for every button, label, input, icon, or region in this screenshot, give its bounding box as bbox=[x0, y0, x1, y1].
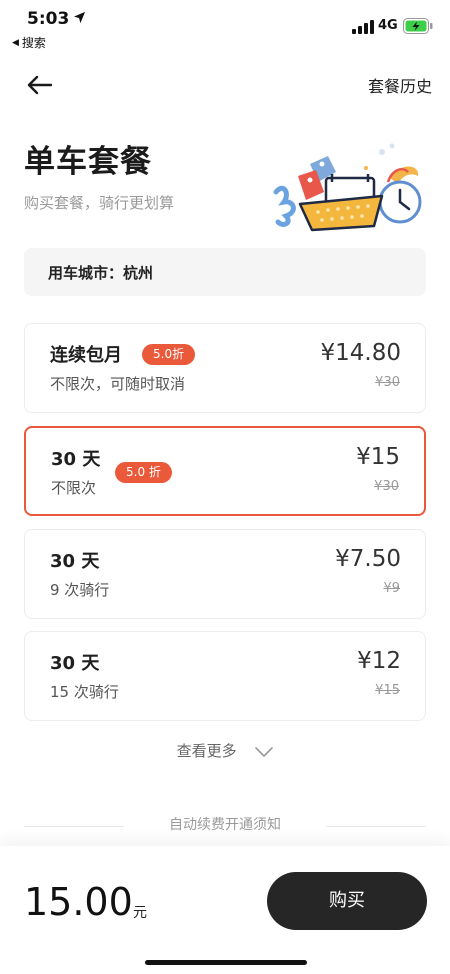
battery-icon bbox=[403, 18, 433, 34]
city-label: 用车城市：杭州 bbox=[48, 263, 154, 282]
home-indicator[interactable] bbox=[145, 960, 307, 965]
back-to-app-link[interactable]: ◀ 搜索 bbox=[12, 34, 46, 51]
plan-card-monthly[interactable]: 连续包月 5.0折 不限次，可随时取消 ¥14.80 ¥30 bbox=[24, 323, 426, 413]
status-bar: 5:03 ◀ 搜索 4G bbox=[0, 0, 450, 56]
see-more-label: 查看更多 bbox=[176, 742, 237, 760]
see-more-button[interactable]: 查看更多 bbox=[0, 740, 450, 761]
plan-original-price: ¥15 bbox=[375, 683, 400, 698]
signal-icon bbox=[352, 20, 374, 34]
plan-price: ¥14.80 bbox=[320, 340, 401, 366]
plan-card-30-day-15-rides[interactable]: 30 天 15 次骑行 ¥12 ¥15 bbox=[24, 631, 426, 721]
plan-original-price: ¥30 bbox=[374, 479, 399, 494]
plan-description: 不限次 bbox=[51, 479, 97, 497]
network-label: 4G bbox=[378, 18, 398, 33]
discount-badge: 5.0 折 bbox=[115, 462, 172, 483]
page-title: 单车套餐 bbox=[24, 144, 152, 180]
checkout-bar: 15.00 元 购买 bbox=[0, 846, 450, 974]
plan-original-price: ¥9 bbox=[383, 581, 400, 596]
back-app-label: 搜索 bbox=[21, 36, 46, 50]
plan-price: ¥15 bbox=[356, 444, 400, 470]
plan-name: 连续包月 bbox=[50, 345, 122, 366]
arrow-left-icon bbox=[27, 75, 52, 95]
plan-name: 30 天 bbox=[50, 653, 100, 674]
currency-unit: 元 bbox=[133, 905, 147, 921]
page-subtitle: 购买套餐，骑行更划算 bbox=[24, 194, 175, 212]
auto-renew-notice: 自动续费开通须知 bbox=[0, 814, 450, 838]
plan-description: 不限次，可随时取消 bbox=[50, 375, 186, 393]
plan-history-link[interactable]: 套餐历史 bbox=[368, 73, 432, 97]
plan-name: 30 天 bbox=[50, 551, 100, 572]
plan-basket-illustration bbox=[273, 143, 422, 232]
plan-original-price: ¥30 bbox=[375, 375, 400, 390]
location-arrow-icon bbox=[73, 11, 86, 24]
plan-description: 15 次骑行 bbox=[50, 683, 119, 701]
plan-card-30-day-9-rides[interactable]: 30 天 9 次骑行 ¥7.50 ¥9 bbox=[24, 529, 426, 619]
city-selector[interactable]: 用车城市：杭州 bbox=[24, 248, 426, 296]
status-time: 5:03 bbox=[27, 9, 70, 29]
chevron-down-icon bbox=[255, 746, 274, 757]
total-amount: 15.00 bbox=[24, 880, 133, 924]
plan-description: 9 次骑行 bbox=[50, 581, 110, 599]
back-triangle-icon: ◀ bbox=[12, 37, 19, 48]
plan-price: ¥7.50 bbox=[335, 546, 401, 572]
plan-name: 30 天 bbox=[51, 449, 101, 470]
buy-button[interactable]: 购买 bbox=[267, 872, 427, 930]
plan-price: ¥12 bbox=[357, 648, 401, 674]
discount-badge: 5.0折 bbox=[142, 344, 196, 365]
plan-card-30-day-unlimited[interactable]: 30 天 5.0 折 不限次 ¥15 ¥30 bbox=[24, 426, 426, 516]
back-button[interactable] bbox=[22, 68, 56, 102]
auto-renew-notice-link[interactable]: 自动续费开通须知 bbox=[0, 814, 450, 834]
